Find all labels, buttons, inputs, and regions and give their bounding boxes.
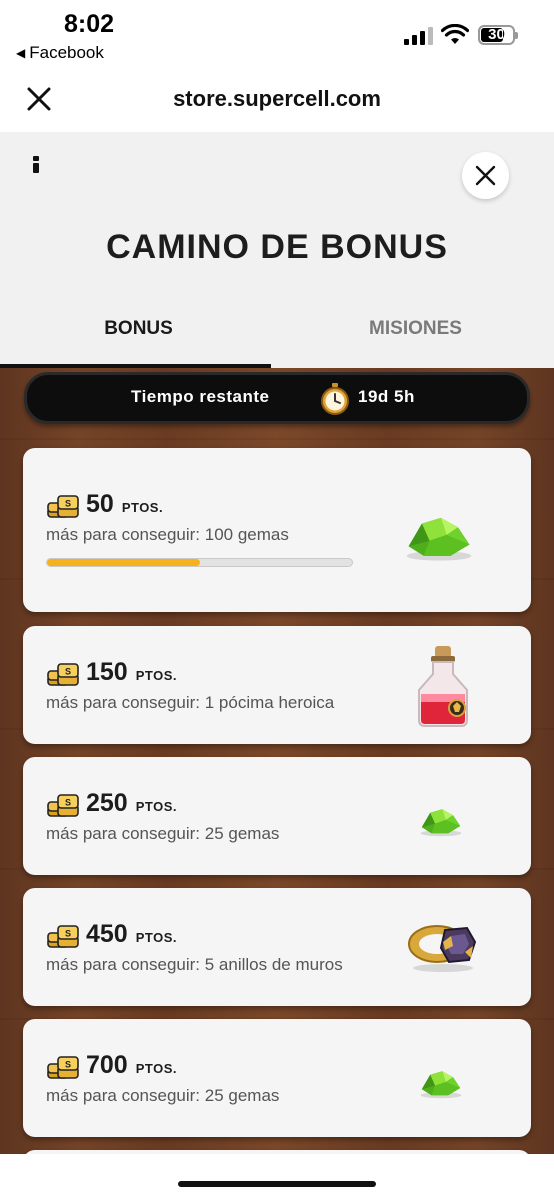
tab-bonus[interactable]: BONUS <box>0 302 277 368</box>
reward-card[interactable]: 250 PTOS. más para conseguir: 25 gemas <box>23 757 531 875</box>
reward-points: 50 PTOS. <box>86 490 164 518</box>
reward-card[interactable]: 450 PTOS. más para conseguir: 5 anillos d… <box>23 888 531 1006</box>
gems-icon <box>417 1065 465 1099</box>
points-unit: PTOS. <box>135 668 177 683</box>
reward-description: más para conseguir: 25 gemas <box>46 824 280 843</box>
stopwatch-icon <box>321 383 349 415</box>
reward-description: más para conseguir: 1 pócima heroica <box>46 693 335 712</box>
reward-description: más para conseguir: 100 gemas <box>46 525 289 544</box>
tab-label: BONUS <box>104 318 173 339</box>
close-icon <box>475 165 496 186</box>
progress-fill <box>47 559 200 566</box>
coins-icon <box>46 494 80 520</box>
status-time: 8:02 <box>64 10 115 38</box>
reward-points: 450 PTOS. <box>86 920 177 948</box>
modal-close-button[interactable] <box>462 152 509 199</box>
page-title: CAMINO DE BONUS <box>106 228 448 266</box>
points-unit: PTOS. <box>135 1061 177 1076</box>
reward-card[interactable]: 700 PTOS. más para conseguir: 25 gemas <box>23 1019 531 1137</box>
coins-icon <box>46 924 80 950</box>
reward-description: más para conseguir: 25 gemas <box>46 1086 280 1105</box>
tab-label: MISIONES <box>369 318 462 339</box>
page-url: store.supercell.com <box>173 86 381 111</box>
modal-header: CAMINO DE BONUS BONUS MISIONES <box>0 132 554 368</box>
back-triangle-icon: ◀ <box>16 46 26 60</box>
coins-icon <box>46 662 80 688</box>
points-unit: PTOS. <box>135 799 177 814</box>
cellular-signal-icon <box>404 27 434 45</box>
status-bar: 8:02 ◀ Facebook 30 <box>0 0 554 66</box>
reward-points: 700 PTOS. <box>86 1051 177 1079</box>
time-remaining-bar: Tiempo restante 19d 5h <box>24 372 530 424</box>
time-remaining-value: 19d 5h <box>358 387 415 406</box>
reward-progress-bar <box>46 558 353 567</box>
coins-icon <box>46 1055 80 1081</box>
battery-level: 30 <box>488 26 505 43</box>
home-indicator[interactable] <box>178 1181 376 1187</box>
reward-description: más para conseguir: 5 anillos de muros <box>46 955 343 974</box>
tab-misiones[interactable]: MISIONES <box>277 302 554 368</box>
gems-icon <box>417 803 465 837</box>
coins-icon <box>46 793 80 819</box>
points-unit: PTOS. <box>135 930 177 945</box>
battery-icon: 30 <box>478 25 518 45</box>
wifi-icon <box>441 24 469 44</box>
info-icon[interactable] <box>30 156 42 174</box>
bottom-bar <box>0 1154 554 1200</box>
reward-card[interactable]: 150 PTOS. más para conseguir: 1 pócima he… <box>23 626 531 744</box>
browser-header: store.supercell.com <box>0 66 554 132</box>
points-unit: PTOS. <box>121 500 164 515</box>
rewards-panel[interactable]: Tiempo restante 19d 5h 50 PTOS. más para … <box>0 368 554 1154</box>
back-to-app-link[interactable]: ◀ Facebook <box>16 43 104 63</box>
hero-potion-icon <box>418 646 468 727</box>
back-app-label: Facebook <box>29 43 104 62</box>
reward-card[interactable]: 50 PTOS. más para conseguir: 100 gemas <box>23 448 531 612</box>
reward-points: 150 PTOS. <box>86 658 177 686</box>
wall-ring-icon <box>408 925 477 972</box>
time-remaining-label: Tiempo restante <box>131 387 270 406</box>
gems-icon <box>401 508 477 562</box>
reward-points: 250 PTOS. <box>86 789 177 817</box>
